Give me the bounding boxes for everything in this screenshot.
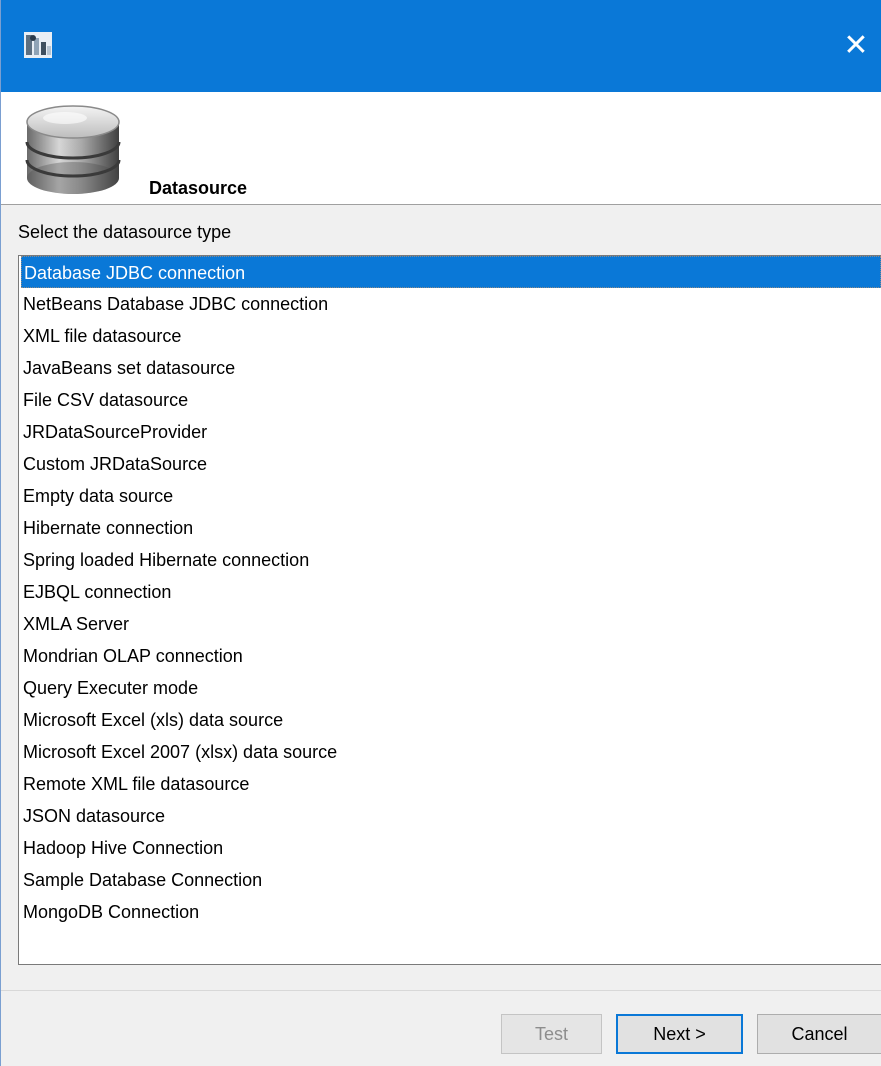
test-button[interactable]: Test	[501, 1014, 602, 1054]
next-button[interactable]: Next >	[616, 1014, 743, 1054]
app-icon	[24, 32, 52, 58]
list-item-javabeans-set[interactable]: JavaBeans set datasource	[21, 352, 881, 384]
header-title: Datasource	[149, 178, 248, 198]
datasource-type-label: Select the datasource type	[18, 222, 232, 242]
list-item-netbeans-jdbc[interactable]: NetBeans Database JDBC connection	[21, 288, 881, 320]
list-item-hibernate[interactable]: Hibernate connection	[21, 512, 881, 544]
list-item-excel-xlsx[interactable]: Microsoft Excel 2007 (xlsx) data source	[21, 736, 881, 768]
list-item-ejbql[interactable]: EJBQL connection	[21, 576, 881, 608]
datasource-type-list[interactable]: Database JDBC connection NetBeans Databa…	[18, 255, 881, 965]
dialog-header: Datasource	[1, 92, 881, 205]
title-bar[interactable]: ✕	[1, 0, 881, 92]
close-icon: ✕	[843, 28, 869, 63]
list-item-hadoop-hive[interactable]: Hadoop Hive Connection	[21, 832, 881, 864]
list-item-mongodb[interactable]: MongoDB Connection	[21, 896, 881, 928]
datasource-dialog: ✕ Datasource Select the datasource type …	[0, 0, 881, 1066]
list-item-query-executer[interactable]: Query Executer mode	[21, 672, 881, 704]
list-item-spring-hibernate[interactable]: Spring loaded Hibernate connection	[21, 544, 881, 576]
list-item-sample-database[interactable]: Sample Database Connection	[21, 864, 881, 896]
list-item-jrdatasourceprovider[interactable]: JRDataSourceProvider	[21, 416, 881, 448]
list-item-xmla-server[interactable]: XMLA Server	[21, 608, 881, 640]
list-item-xml-file[interactable]: XML file datasource	[21, 320, 881, 352]
list-item-json[interactable]: JSON datasource	[21, 800, 881, 832]
list-item-file-csv[interactable]: File CSV datasource	[21, 384, 881, 416]
list-item-custom-jrdatasource[interactable]: Custom JRDataSource	[21, 448, 881, 480]
cancel-button[interactable]: Cancel	[757, 1014, 881, 1054]
list-item-database-jdbc[interactable]: Database JDBC connection	[21, 256, 881, 288]
database-icon	[25, 105, 121, 194]
list-item-remote-xml[interactable]: Remote XML file datasource	[21, 768, 881, 800]
list-item-mondrian-olap[interactable]: Mondrian OLAP connection	[21, 640, 881, 672]
footer-divider	[1, 990, 881, 991]
list-item-excel-xls[interactable]: Microsoft Excel (xls) data source	[21, 704, 881, 736]
list-item-empty-data-source[interactable]: Empty data source	[21, 480, 881, 512]
close-button[interactable]: ✕	[830, 20, 881, 72]
